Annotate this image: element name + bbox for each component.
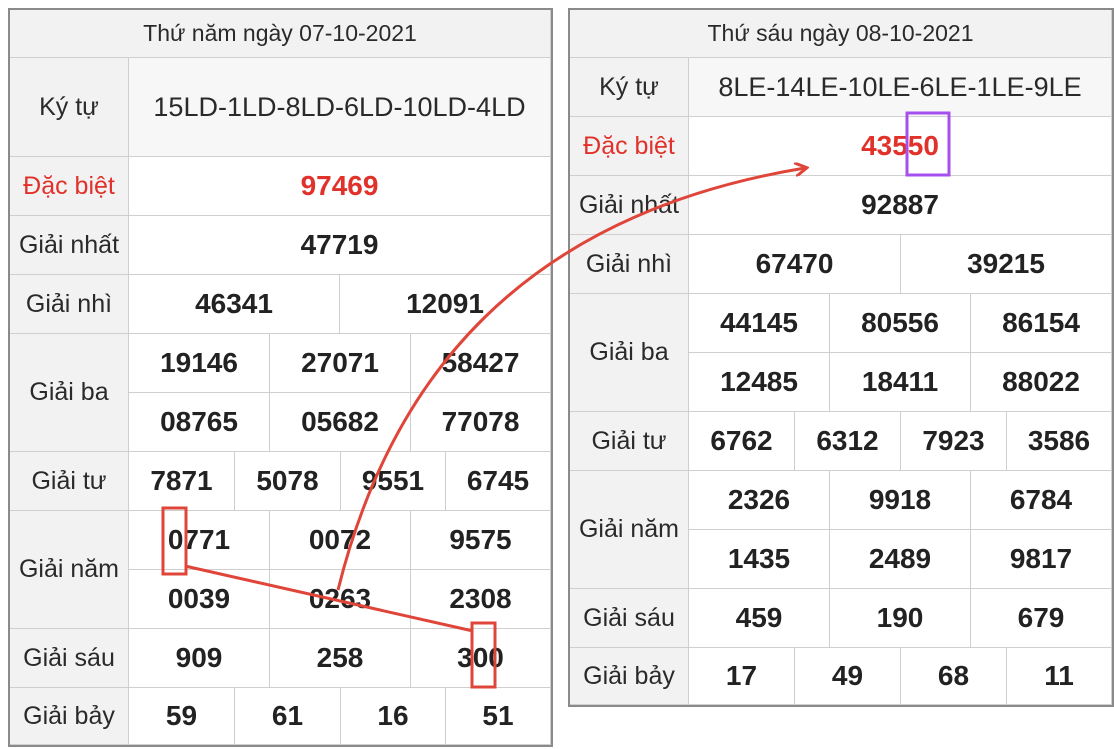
connector-line [184,564,474,633]
annotation-overlay [161,111,951,689]
highlight-box-purple [905,111,951,177]
highlight-box-red [161,506,188,576]
highlight-box-red [470,621,497,689]
arrow-curve [336,168,805,591]
